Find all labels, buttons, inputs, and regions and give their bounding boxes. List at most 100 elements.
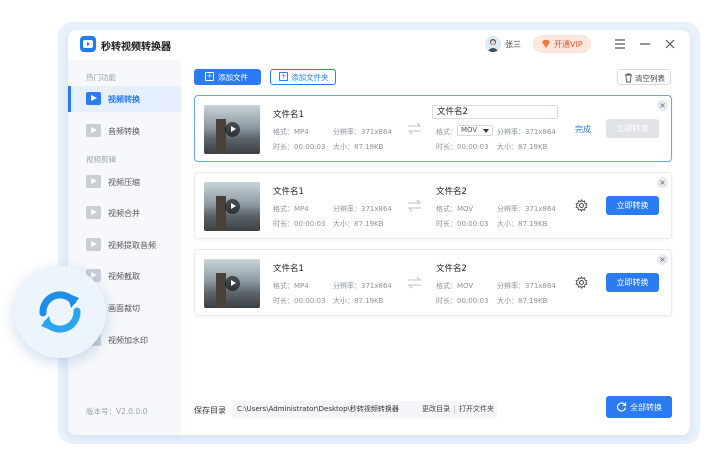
- sidebar-item-audio-convert[interactable]: 音频转换: [68, 118, 181, 144]
- title-bar: 秒转视频转换器 张三 开通VIP: [68, 30, 690, 60]
- output-duration: 时长：00:00:03: [436, 220, 489, 228]
- divider: [454, 405, 455, 414]
- sidebar-item-video-convert[interactable]: 视频转换: [68, 86, 181, 112]
- convert-now-button[interactable]: 立即转换: [606, 273, 659, 292]
- video-thumbnail[interactable]: [204, 259, 260, 308]
- output-name-input[interactable]: 文件名2: [432, 105, 558, 119]
- convert-arrow-icon: [407, 199, 422, 212]
- gear-icon[interactable]: [575, 199, 588, 212]
- app-window: 秒转视频转换器 张三 开通VIP 热门功能 视频转换 音频转换 视频剪辑 视频压…: [68, 30, 690, 435]
- convert-arrow-icon: [407, 122, 422, 135]
- output-duration: 时长：00:00:03: [436, 143, 489, 151]
- add-file-icon: +: [205, 72, 214, 81]
- video-thumbnail[interactable]: [204, 182, 260, 231]
- save-dir-path: C:\Users\Administrator\Desktop\秒转视频转换器: [237, 405, 399, 413]
- output-resolution: 分辨率：371x864: [497, 205, 556, 213]
- source-size: 大小：87.19KB: [333, 220, 384, 228]
- add-file-button[interactable]: + 添加文件: [194, 69, 261, 85]
- change-dir-button[interactable]: 更改目录: [422, 401, 450, 418]
- merge-icon: [86, 206, 101, 219]
- convert-arrow-icon: [407, 276, 422, 289]
- source-file-name: 文件名1: [273, 110, 304, 120]
- add-folder-label: 添加文件夹: [291, 73, 329, 82]
- clear-list-button[interactable]: 清空列表: [617, 69, 671, 85]
- output-format-value: MOV: [461, 126, 478, 134]
- sidebar: 热门功能 视频转换 音频转换 视频剪辑 视频压缩 视频合并 视频提取音频 视频截…: [68, 60, 181, 435]
- source-size: 大小：87.19KB: [333, 297, 384, 305]
- sidebar-item-label: 视频加水印: [108, 336, 148, 345]
- source-resolution: 分辨率：371x864: [333, 128, 392, 136]
- sidebar-item-label: 视频截取: [108, 272, 140, 281]
- app-title: 秒转视频转换器: [101, 42, 171, 53]
- diamond-icon: [542, 40, 550, 48]
- source-resolution: 分辨率：371x864: [333, 205, 392, 213]
- output-size: 大小：87.19KB: [497, 143, 548, 151]
- menu-icon[interactable]: [612, 36, 628, 52]
- video-thumbnail[interactable]: [204, 105, 260, 154]
- username[interactable]: 张三: [505, 39, 521, 50]
- sidebar-item-extract-audio[interactable]: 视频提取音频: [68, 232, 181, 258]
- remove-file-icon[interactable]: ×: [657, 177, 668, 188]
- sidebar-item-label: 画面裁切: [108, 304, 140, 313]
- app-logo-icon: [80, 36, 96, 52]
- app-badge: [14, 266, 106, 358]
- source-format: 格式：MP4: [273, 282, 309, 290]
- refresh-icon: [617, 402, 627, 412]
- thumbnail-image: [216, 119, 226, 154]
- status-done: 完成: [575, 125, 591, 134]
- add-folder-icon: +: [279, 72, 288, 81]
- convert-now-button[interactable]: 立即转换: [606, 119, 659, 138]
- source-duration: 时长：00:00:03: [273, 220, 326, 228]
- sidebar-item-compress[interactable]: 视频压缩: [68, 169, 181, 195]
- thumbnail-image: [216, 196, 226, 231]
- vip-button[interactable]: 开通VIP: [533, 35, 591, 53]
- play-icon[interactable]: [225, 122, 240, 137]
- clear-list-label: 清空列表: [635, 74, 665, 83]
- file-card[interactable]: 文件名1 格式：MP4 分辨率：371x864 时长：00:00:03 大小：8…: [194, 95, 672, 162]
- close-icon[interactable]: [662, 36, 678, 52]
- sidebar-item-merge[interactable]: 视频合并: [68, 200, 181, 226]
- audio-icon: [86, 124, 101, 137]
- source-format: 格式：MP4: [273, 128, 309, 136]
- sync-arrows-icon: [39, 291, 81, 333]
- source-format: 格式：MP4: [273, 205, 309, 213]
- output-format-label: 格式：: [436, 128, 457, 136]
- add-folder-button[interactable]: + 添加文件夹: [270, 69, 336, 85]
- remove-file-icon[interactable]: ×: [657, 100, 668, 111]
- sidebar-item-label: 视频提取音频: [108, 241, 156, 250]
- user-avatar[interactable]: [485, 36, 501, 52]
- sidebar-item-label: 视频合并: [108, 209, 140, 218]
- output-size: 大小：87.19KB: [497, 297, 548, 305]
- output-resolution: 分辨率：371x864: [497, 282, 556, 290]
- convert-all-button[interactable]: 全部转换: [606, 396, 672, 418]
- add-file-label: 添加文件: [218, 73, 248, 82]
- output-file-name: 文件名2: [436, 264, 467, 274]
- section-label-edit: 视频剪辑: [86, 155, 116, 164]
- output-format-select[interactable]: MOV: [457, 125, 493, 136]
- sidebar-item-label: 视频压缩: [108, 178, 140, 187]
- gear-icon[interactable]: [575, 276, 588, 289]
- compress-icon: [86, 175, 101, 188]
- output-resolution: 分辨率：371x864: [497, 128, 556, 136]
- play-icon[interactable]: [225, 276, 240, 291]
- save-dir-label: 保存目录: [194, 406, 226, 415]
- source-resolution: 分辨率：371x864: [333, 282, 392, 290]
- convert-now-button[interactable]: 立即转换: [606, 196, 659, 215]
- open-folder-button[interactable]: 打开文件夹: [459, 401, 494, 418]
- sidebar-item-label: 音频转换: [108, 127, 140, 136]
- file-card[interactable]: 文件名1 格式：MP4 分辨率：371x864 时长：00:00:03 大小：8…: [194, 249, 672, 316]
- trash-icon: [625, 73, 632, 83]
- save-dir-field: C:\Users\Administrator\Desktop\秒转视频转换器 更…: [232, 401, 497, 418]
- output-duration: 时长：00:00:03: [436, 297, 489, 305]
- play-icon[interactable]: [225, 199, 240, 214]
- source-duration: 时长：00:00:03: [273, 297, 326, 305]
- chevron-down-icon: [483, 129, 489, 133]
- output-format: 格式：MOV: [436, 205, 474, 213]
- output-file-name: 文件名2: [436, 187, 467, 197]
- file-card[interactable]: 文件名1 格式：MP4 分辨率：371x864 时长：00:00:03 大小：8…: [194, 172, 672, 239]
- remove-file-icon[interactable]: ×: [657, 254, 668, 265]
- convert-all-label: 全部转换: [630, 403, 662, 412]
- output-format: 格式：MOV: [436, 282, 474, 290]
- minimize-icon[interactable]: [637, 36, 653, 52]
- source-file-name: 文件名1: [273, 264, 304, 274]
